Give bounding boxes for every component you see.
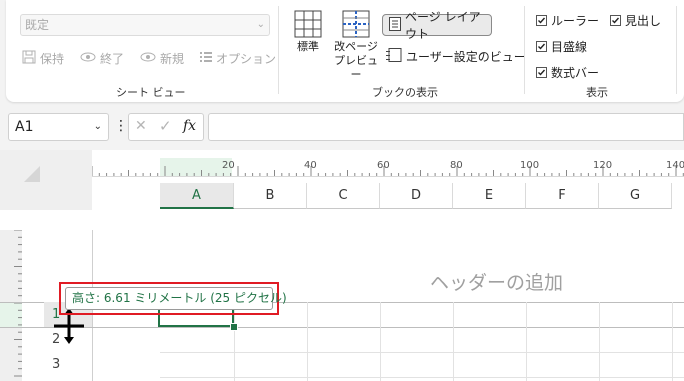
cancel-icon[interactable]: ✕ (135, 118, 147, 134)
column-header-c[interactable]: C (307, 183, 380, 209)
enter-icon[interactable]: ✓ (159, 117, 172, 135)
gridlines-label: 目盛線 (551, 40, 588, 54)
custom-views-icon (386, 48, 402, 65)
ruler-tick-label: 140 (666, 160, 684, 171)
custom-views-button[interactable]: ユーザー設定のビュー (386, 48, 526, 65)
column-header-e[interactable]: E (453, 183, 526, 209)
save-icon (22, 50, 36, 67)
formula-bar-checkbox[interactable]: 数式バー (536, 64, 599, 81)
select-all-corner[interactable] (0, 150, 92, 210)
name-box-value: A1 (15, 119, 34, 135)
sheet-view-group-label: シート ビュー (116, 86, 186, 99)
checkbox-checked-icon (610, 15, 621, 26)
ruler-label: ルーラー (551, 14, 600, 28)
formula-buttons: ✕ ✓ fx (128, 113, 204, 141)
page-break-icon (342, 10, 370, 38)
checkbox-checked-icon (536, 41, 547, 52)
keep-button[interactable]: 保持 (22, 50, 64, 67)
keep-label: 保持 (40, 52, 65, 66)
new-view-button[interactable]: 新規 (140, 50, 184, 67)
row-height-tooltip: 高さ: 6.61 ミリメートル (25 ピクセル) (65, 287, 287, 310)
row-header-3[interactable]: 3 (44, 352, 92, 377)
column-header-f[interactable]: F (526, 183, 599, 209)
col-line (599, 302, 600, 381)
headings-checkbox[interactable]: 見出し (610, 12, 661, 29)
chevron-down-icon: ⌄ (256, 19, 265, 30)
col-line (672, 302, 673, 381)
workbook-views-group-label: ブックの表示 (372, 86, 438, 99)
row-1-bottom-line (0, 327, 684, 328)
col-line (526, 302, 527, 381)
row-height-tooltip-highlight: 高さ: 6.61 ミリメートル (25 ピクセル) (59, 282, 287, 315)
column-header-g[interactable]: G (599, 183, 672, 209)
ruler-tick-label: 40 (304, 160, 317, 171)
ruler-tick-label: 120 (593, 160, 613, 171)
eye-icon (80, 51, 96, 66)
page-break-label-1: 改ページ (334, 40, 378, 53)
page-break-preview-button[interactable]: 改ページ プレビュー (332, 10, 380, 82)
ribbon: 既定 ⌄ 保持 終了 新規 オプション シート ビュー 標準 改ページ プレビュ… (6, 0, 684, 102)
insert-function-icon[interactable]: fx (183, 118, 196, 134)
column-header-d[interactable]: D (380, 183, 453, 209)
col-line (307, 302, 308, 381)
ruler-checkbox[interactable]: ルーラー (536, 12, 599, 29)
checkbox-checked-icon (536, 15, 547, 26)
horizontal-ruler: 20 40 60 80 100 120 140 (92, 158, 684, 177)
ruler-tick-label: 60 (377, 160, 390, 171)
page-break-label-2: プレビュー (334, 54, 378, 81)
checkbox-checked-icon (536, 67, 547, 78)
custom-views-label: ユーザー設定のビュー (406, 50, 526, 64)
normal-view-label: 標準 (297, 40, 319, 53)
gridlines-checkbox[interactable]: 目盛線 (536, 38, 587, 55)
row-2-bottom-line (160, 352, 684, 353)
sheet-view-dropdown[interactable]: 既定 ⌄ (20, 14, 270, 36)
formula-bar-label: 数式バー (551, 66, 600, 80)
options-label: オプション (216, 52, 277, 66)
list-icon (200, 51, 212, 66)
eye-add-icon (140, 51, 156, 66)
sheet-view-dropdown-value: 既定 (25, 18, 50, 32)
new-view-label: 新規 (160, 52, 185, 66)
name-box[interactable]: A1 ⌄ (8, 113, 109, 141)
separator (676, 6, 677, 94)
formula-input[interactable] (208, 113, 684, 141)
page-layout-label: ページ レイアウト (405, 10, 481, 41)
more-options-icon[interactable]: ⋮ (114, 118, 128, 134)
exit-button[interactable]: 終了 (80, 50, 124, 67)
vertical-ruler (0, 230, 22, 381)
normal-view-icon (294, 10, 322, 38)
normal-view-button[interactable]: 標準 (290, 10, 326, 54)
column-header-b[interactable]: B (234, 183, 307, 209)
column-header-a[interactable]: A (160, 183, 234, 209)
col-line (453, 302, 454, 381)
options-button[interactable]: オプション (200, 50, 276, 67)
separator (278, 6, 279, 94)
col-line (380, 302, 381, 381)
headings-label: 見出し (625, 14, 662, 28)
page-layout-icon (389, 16, 401, 34)
separator (524, 6, 525, 94)
ruler-tick-label: 20 (222, 160, 235, 171)
exit-label: 終了 (100, 52, 125, 66)
row-3-bottom-line (160, 377, 684, 378)
show-group-label: 表示 (586, 86, 608, 99)
ruler-tick-label: 100 (520, 160, 540, 171)
ruler-tick-label: 80 (450, 160, 463, 171)
chevron-down-icon: ⌄ (93, 121, 102, 132)
add-header-placeholder[interactable]: ヘッダーの追加 (430, 268, 563, 295)
fill-handle[interactable] (230, 323, 238, 331)
page-layout-button[interactable]: ページ レイアウト (382, 10, 492, 41)
